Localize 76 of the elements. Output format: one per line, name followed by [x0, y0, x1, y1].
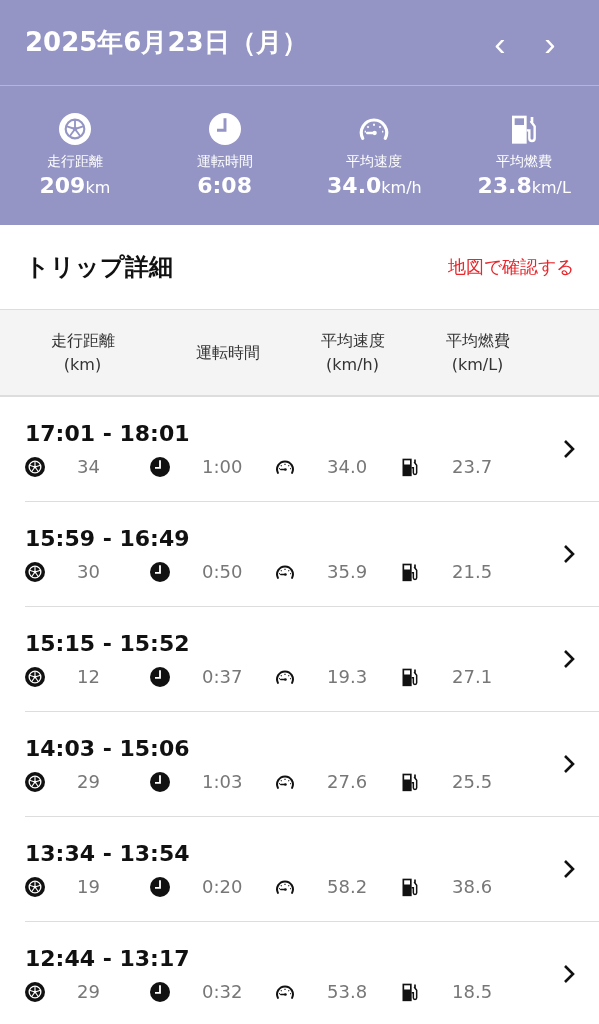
chevron-right-icon: [562, 754, 576, 774]
section-title: トリップ詳細: [25, 252, 173, 283]
clock-icon: [150, 876, 170, 897]
chevron-right-icon: [562, 439, 576, 459]
table-cell: 0:20: [202, 876, 243, 897]
clock-icon: [150, 771, 170, 792]
clock-icon: [150, 981, 170, 1002]
tire-icon: [25, 981, 45, 1002]
trip-time: 15:15 - 15:52: [25, 631, 191, 656]
stat-value: 6:08: [197, 173, 252, 198]
table-cell: 25.5: [452, 771, 493, 792]
clock-icon: [208, 113, 241, 145]
previous-day-button[interactable]: ‹: [475, 25, 525, 60]
column-header: 平均燃費 (km/L): [444, 329, 511, 376]
stat-label: 平均速度: [346, 153, 403, 171]
tire-icon: [25, 876, 45, 897]
date-title: 2025年6月23日（月）: [25, 26, 309, 59]
stat-label: 走行距離: [46, 153, 103, 171]
table-cell: 38.6: [452, 876, 493, 897]
stat-unit: km/h: [381, 178, 422, 197]
table-cell: 1:03: [202, 771, 243, 792]
stat-value: 34.0: [327, 173, 382, 198]
clock-icon: [150, 666, 170, 687]
clock-icon: [150, 456, 170, 477]
fuel-pump-icon: [400, 876, 420, 897]
table-cell: 0:37: [202, 666, 243, 687]
fuel-pump-icon: [400, 666, 420, 687]
fuel-pump-icon: [400, 981, 420, 1002]
chevron-right-icon: [562, 964, 576, 984]
trip-time: 13:34 - 13:54: [25, 841, 191, 866]
table-cell: 21.5: [452, 561, 493, 582]
table-cell: 29: [77, 981, 100, 1002]
table-cell: 35.9: [327, 561, 368, 582]
map-link[interactable]: 地図で確認する: [448, 255, 574, 279]
trip-time: 17:01 - 18:01: [25, 421, 191, 446]
table-cell: 18.5: [452, 981, 493, 1002]
tire-icon: [58, 113, 91, 145]
table-cell: 34.0: [327, 456, 368, 477]
fuel-pump-icon: [400, 561, 420, 582]
fuel-pump-icon: [400, 771, 420, 792]
table-cell: 0:50: [202, 561, 243, 582]
tire-icon: [25, 561, 45, 582]
stat-value: 23.8: [477, 173, 532, 198]
table-cell: 19: [77, 876, 100, 897]
stat-label: 平均燃費: [496, 153, 553, 171]
tire-icon: [25, 456, 45, 477]
trip-time: 15:59 - 16:49: [25, 526, 191, 551]
chevron-right-icon: [562, 544, 576, 564]
table-cell: 34: [77, 456, 100, 477]
next-day-button[interactable]: ›: [525, 25, 575, 60]
table-cell: 27.1: [452, 666, 493, 687]
stat-unit: km/L: [531, 178, 571, 197]
table-cell: 30: [77, 561, 100, 582]
column-header: 走行距離 (km): [49, 329, 116, 376]
trip-time: 14:03 - 15:06: [25, 736, 191, 761]
stat-unit: km: [85, 178, 111, 197]
stat-label: 運転時間: [196, 153, 253, 171]
table-cell: 12: [77, 666, 100, 687]
tire-icon: [25, 771, 45, 792]
chevron-right-icon: [562, 649, 576, 669]
table-cell: 19.3: [327, 666, 368, 687]
table-cell: 0:32: [202, 981, 243, 1002]
table-cell: 58.2: [327, 876, 368, 897]
column-header: 平均速度 (km/h): [319, 329, 386, 376]
clock-icon: [150, 561, 170, 582]
trip-time: 12:44 - 13:17: [25, 946, 191, 971]
table-cell: 53.8: [327, 981, 368, 1002]
tire-icon: [25, 666, 45, 687]
column-header: 運転時間: [194, 341, 261, 364]
fuel-pump-icon: [400, 456, 420, 477]
table-cell: 29: [77, 771, 100, 792]
table-cell: 1:00: [202, 456, 243, 477]
table-cell: 27.6: [327, 771, 368, 792]
stat-value: 209: [39, 173, 86, 198]
table-cell: 23.7: [452, 456, 493, 477]
chevron-right-icon: [562, 859, 576, 879]
